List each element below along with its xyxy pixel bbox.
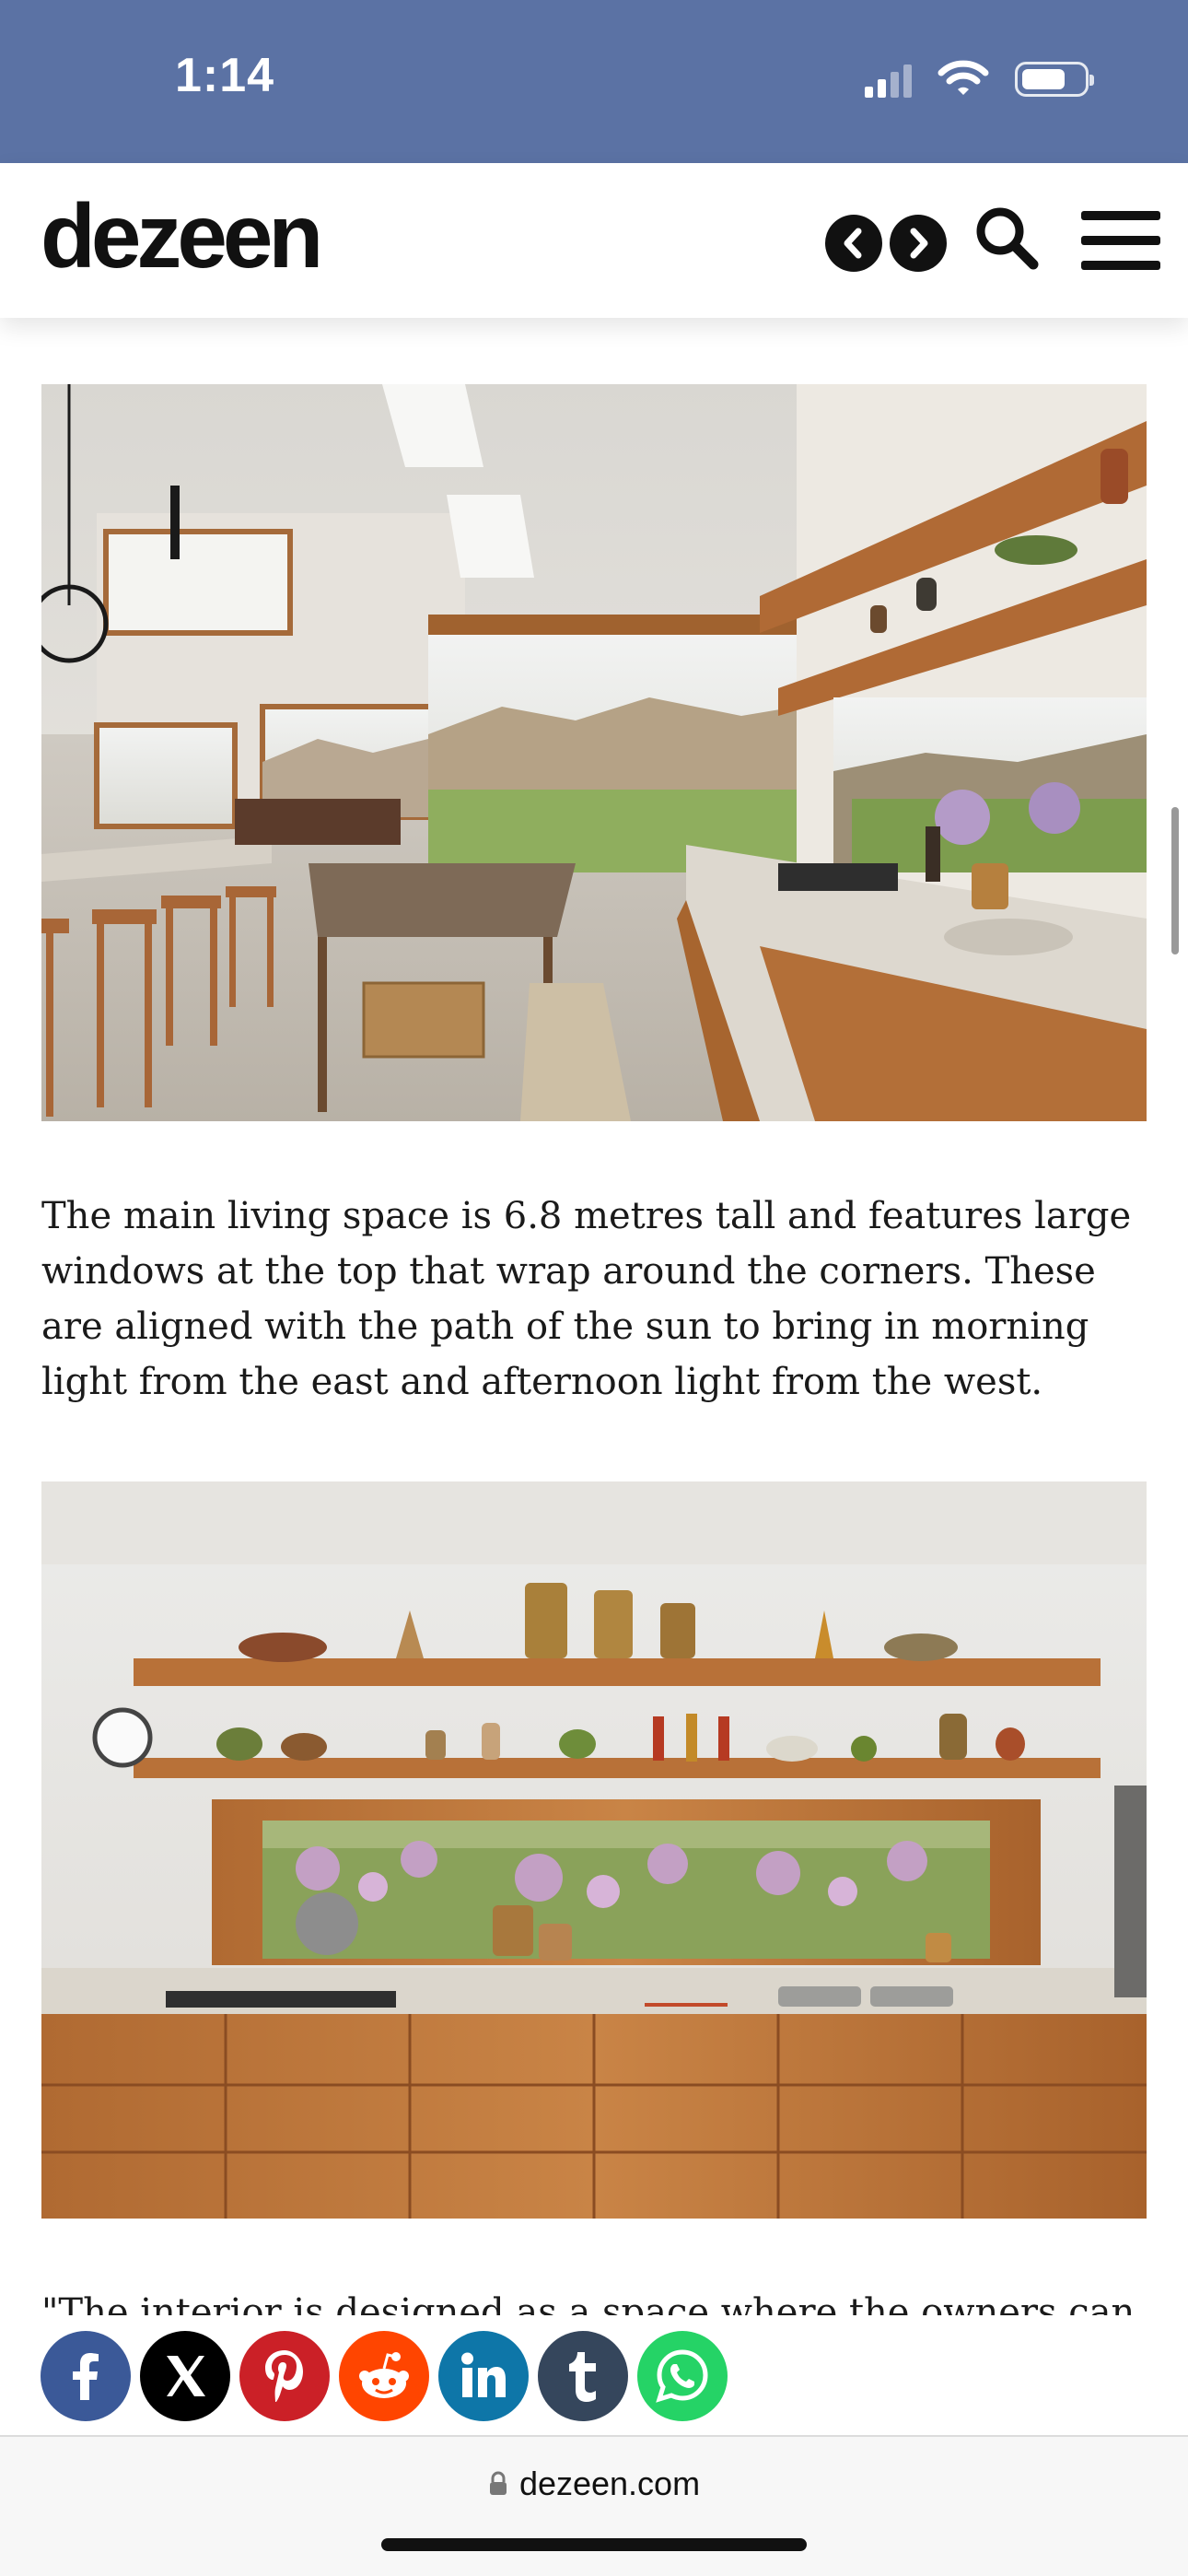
scrollbar[interactable] bbox=[1171, 807, 1179, 954]
reddit-icon bbox=[359, 2352, 409, 2398]
dezeen-logo[interactable]: dezeen bbox=[41, 191, 323, 281]
tumblr-icon bbox=[569, 2352, 596, 2402]
cellular-signal-icon bbox=[865, 61, 912, 98]
next-article-button[interactable] bbox=[890, 215, 947, 272]
reddit-share-button[interactable] bbox=[339, 2331, 429, 2421]
linkedin-icon bbox=[461, 2352, 506, 2397]
battery-icon bbox=[1015, 62, 1094, 97]
status-bar: 1:14 bbox=[0, 0, 1188, 163]
x-share-button[interactable] bbox=[140, 2331, 230, 2421]
facebook-share-button[interactable] bbox=[41, 2331, 131, 2421]
share-icons bbox=[41, 2331, 728, 2421]
search-icon bbox=[976, 207, 1039, 270]
share-bar bbox=[0, 2315, 1188, 2437]
url-text: dezeen.com bbox=[518, 2465, 701, 2502]
wifi-icon bbox=[938, 60, 989, 95]
browser-address-bar[interactable]: dezeen.com bbox=[0, 2437, 1188, 2576]
status-icons bbox=[865, 57, 1094, 101]
facebook-icon bbox=[73, 2353, 99, 2400]
pinterest-icon bbox=[265, 2350, 303, 2402]
site-header: dezeen bbox=[0, 163, 1188, 318]
whatsapp-share-button[interactable] bbox=[637, 2331, 728, 2421]
url-display[interactable]: dezeen.com bbox=[0, 2465, 1188, 2503]
linkedin-share-button[interactable] bbox=[438, 2331, 529, 2421]
tumblr-share-button[interactable] bbox=[538, 2331, 628, 2421]
home-indicator bbox=[381, 2538, 807, 2551]
x-logo-icon bbox=[167, 2356, 205, 2396]
menu-line bbox=[1081, 261, 1160, 270]
chevron-right-icon bbox=[910, 228, 928, 259]
hamburger-menu-button[interactable] bbox=[1081, 211, 1160, 270]
article-paragraph: The main living space is 6.8 metres tall… bbox=[41, 1195, 1132, 1403]
article-photo-kitchen bbox=[41, 1481, 1147, 2219]
whatsapp-icon bbox=[656, 2349, 708, 2403]
previous-article-button[interactable] bbox=[825, 215, 882, 272]
pinterest-share-button[interactable] bbox=[239, 2331, 330, 2421]
menu-line bbox=[1081, 211, 1160, 220]
chevron-left-icon bbox=[844, 228, 862, 259]
article-nav-arrows bbox=[825, 215, 947, 272]
search-button[interactable] bbox=[971, 202, 1044, 275]
menu-line bbox=[1081, 236, 1160, 245]
status-time: 1:14 bbox=[175, 49, 275, 102]
lock-icon bbox=[489, 2471, 507, 2495]
article-photo-living-space bbox=[41, 384, 1147, 1121]
